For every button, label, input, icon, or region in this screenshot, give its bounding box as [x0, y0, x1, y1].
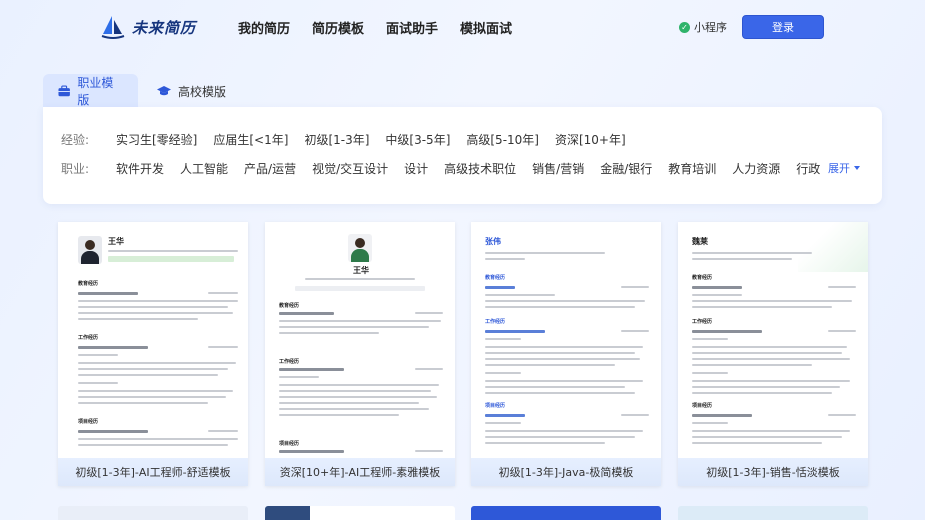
mini-program-label: 小程序	[694, 21, 727, 34]
job-option[interactable]: 人力资源	[732, 160, 780, 177]
graduation-cap-icon	[157, 86, 171, 96]
section-heading: 项目经历	[485, 403, 506, 409]
section-heading: 项目经历	[78, 419, 99, 425]
template-card[interactable]: 王华 教育经历 工作经历 项目经历 资深[10+年]-AI工程师-素雅模板	[265, 222, 455, 486]
nav-resume-templates[interactable]: 简历模板	[312, 18, 364, 37]
experience-option[interactable]: 高级[5-10年]	[466, 131, 539, 148]
briefcase-icon	[58, 85, 70, 97]
template-card-partial[interactable]	[58, 506, 248, 520]
top-navbar: 未来简历 我的简历 简历模板 面试助手 模拟面试 ✓ 小程序 登录	[0, 0, 925, 56]
section-heading: 教育经历	[485, 275, 506, 281]
resume-preview: 王华 教育经历 工作经历 项目经历	[58, 222, 248, 462]
template-caption: 初级[1-3年]-Java-极简模板	[471, 458, 661, 486]
experience-filter-label: 经验:	[61, 133, 90, 147]
avatar	[78, 236, 102, 264]
template-caption: 初级[1-3年]-销售-恬淡模板	[678, 458, 868, 486]
mini-program-link[interactable]: ✓ 小程序	[679, 19, 727, 35]
resume-preview: 王华 教育经历 工作经历 项目经历	[265, 222, 455, 462]
template-caption: 初级[1-3年]-AI工程师-舒适模板	[58, 458, 248, 486]
experience-option[interactable]: 资深[10+年]	[555, 131, 626, 148]
expand-label: 展开	[828, 162, 850, 175]
section-heading: 工作经历	[78, 335, 99, 341]
login-button[interactable]: 登录	[742, 15, 824, 39]
tab-career-label: 职业模版	[77, 76, 114, 107]
experience-option[interactable]: 实习生[零经验]	[116, 131, 197, 148]
sailboat-logo-icon	[101, 16, 125, 39]
job-filter-label: 职业:	[61, 162, 90, 176]
job-option[interactable]: 行政	[796, 160, 820, 177]
section-heading: 项目经历	[279, 441, 300, 447]
avatar	[348, 234, 372, 262]
tab-career-templates[interactable]: 职业模版	[43, 74, 138, 108]
resume-name: 魏莱	[692, 237, 708, 246]
job-option[interactable]: 人工智能	[180, 160, 228, 177]
job-option[interactable]: 软件开发	[116, 160, 164, 177]
job-filter-row: 职业: 软件开发 人工智能 产品/运营 视觉/交互设计 设计 高级技术职位 销售…	[61, 160, 836, 177]
experience-filter-row: 经验: 实习生[零经验] 应届生[<1年] 初级[1-3年] 中级[3-5年] …	[61, 131, 642, 148]
template-card-partial[interactable]	[471, 506, 661, 520]
nav-mock-interview[interactable]: 模拟面试	[460, 18, 512, 37]
brand-logo[interactable]: 未来简历	[100, 14, 196, 40]
experience-option[interactable]: 应届生[<1年]	[213, 131, 288, 148]
section-heading: 工作经历	[692, 319, 713, 325]
nav-interview-assistant[interactable]: 面试助手	[386, 18, 438, 37]
job-option[interactable]: 销售/营销	[532, 160, 584, 177]
resume-preview: 张伟 教育经历 工作经历 项目经历	[471, 222, 661, 462]
resume-name: 张伟	[485, 237, 501, 246]
nav-my-resume[interactable]: 我的简历	[238, 18, 290, 37]
caret-down-icon	[854, 166, 860, 170]
experience-option[interactable]: 初级[1-3年]	[304, 131, 369, 148]
template-caption: 资深[10+年]-AI工程师-素雅模板	[265, 458, 455, 486]
section-heading: 工作经历	[485, 319, 506, 325]
job-option[interactable]: 高级技术职位	[444, 160, 516, 177]
resume-name: 王华	[108, 237, 124, 246]
resume-preview: 魏莱 教育经历 工作经历 项目经历	[678, 222, 868, 462]
template-card-partial[interactable]	[265, 506, 455, 520]
job-option[interactable]: 产品/运营	[244, 160, 296, 177]
template-card[interactable]: 王华 教育经历 工作经历 项目经历 初级[1-3年]-AI工程师-舒适模板	[58, 222, 248, 486]
job-option[interactable]: 金融/银行	[600, 160, 652, 177]
experience-option[interactable]: 中级[3-5年]	[385, 131, 450, 148]
resume-name: 王华	[353, 266, 369, 275]
template-card[interactable]: 张伟 教育经历 工作经历 项目经历 初级[1-3年]-Java-极简模板	[471, 222, 661, 486]
section-heading: 工作经历	[279, 359, 300, 365]
job-option[interactable]: 教育培训	[668, 160, 716, 177]
section-heading: 教育经历	[692, 275, 713, 281]
job-option[interactable]: 设计	[404, 160, 428, 177]
expand-filter-button[interactable]: 展开	[828, 160, 860, 176]
template-card[interactable]: 魏莱 教育经历 工作经历 项目经历 初级[1-3年]-销售-恬淡模板	[678, 222, 868, 486]
job-option[interactable]: 视觉/交互设计	[312, 160, 388, 177]
template-card-partial[interactable]	[678, 506, 868, 520]
section-heading: 教育经历	[279, 303, 300, 309]
tab-college-templates[interactable]: 高校模版	[142, 74, 241, 108]
section-heading: 教育经历	[78, 281, 99, 287]
brand-name: 未来简历	[132, 18, 197, 37]
tab-college-label: 高校模版	[178, 84, 227, 99]
wechat-mini-program-icon: ✓	[679, 21, 690, 33]
filter-panel: 经验: 实习生[零经验] 应届生[<1年] 初级[1-3年] 中级[3-5年] …	[43, 107, 882, 204]
section-heading: 项目经历	[692, 403, 713, 409]
